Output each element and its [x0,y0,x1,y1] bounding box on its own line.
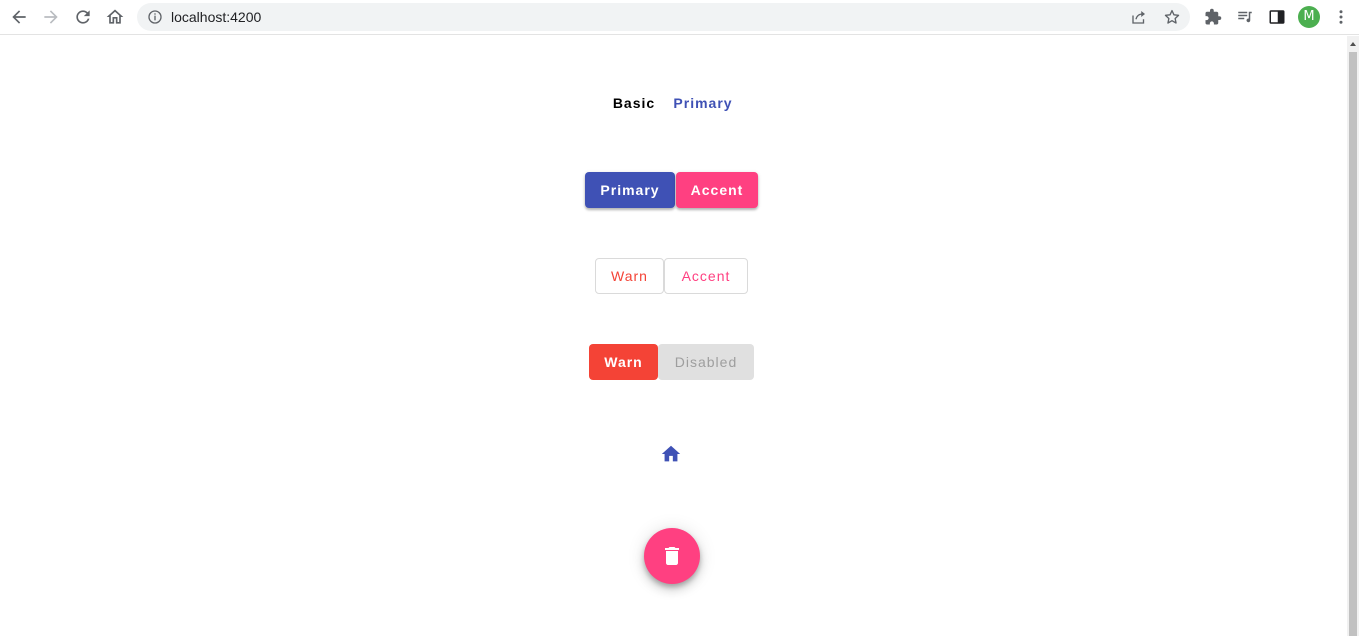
share-icon[interactable] [1130,8,1148,26]
arrow-back-icon [12,10,26,24]
delete-fab-button[interactable] [644,528,700,584]
more-vert-icon [1339,10,1343,24]
basic-button[interactable]: Basic [604,85,664,121]
queue-music-icon [1238,11,1252,23]
url-text: localhost:4200 [171,9,262,25]
home-outline-icon [106,9,124,24]
address-bar[interactable]: localhost:4200 [137,3,1190,31]
media-controls-button[interactable] [1235,7,1255,27]
profile-avatar[interactable]: M [1298,6,1320,28]
home-button[interactable] [103,5,127,29]
back-button[interactable] [7,5,31,29]
delete-icon [665,547,679,565]
home-icon [661,445,681,462]
warn-flat-button[interactable]: Warn [589,344,658,380]
forward-button[interactable] [39,5,63,29]
arrow-forward-icon [44,10,58,24]
side-panel-button[interactable] [1267,7,1287,27]
disabled-flat-button: Disabled [658,344,754,380]
info-icon[interactable] [147,9,163,25]
reload-icon [76,10,90,24]
primary-text-button[interactable]: Primary [664,85,742,121]
extensions-button[interactable] [1203,7,1223,27]
vertical-scrollbar[interactable] [1347,36,1359,636]
reload-button[interactable] [71,5,95,29]
side-panel-icon [1269,10,1285,24]
accent-raised-button[interactable]: Accent [676,172,758,208]
browser-toolbar: localhost:4200 M [0,0,1359,35]
puzzle-icon [1205,8,1222,25]
page-content: Basic Primary Primary Accent Warn Accent… [0,36,1347,636]
warn-stroked-button[interactable]: Warn [595,258,664,294]
accent-stroked-button[interactable]: Accent [664,258,748,294]
primary-raised-button[interactable]: Primary [585,172,675,208]
home-icon-button[interactable] [651,434,691,474]
browser-menu-button[interactable] [1331,7,1351,27]
bookmark-star-icon[interactable] [1163,8,1181,26]
scrollbar-thumb[interactable] [1349,52,1357,636]
scroll-up-arrow-icon[interactable] [1350,42,1356,46]
